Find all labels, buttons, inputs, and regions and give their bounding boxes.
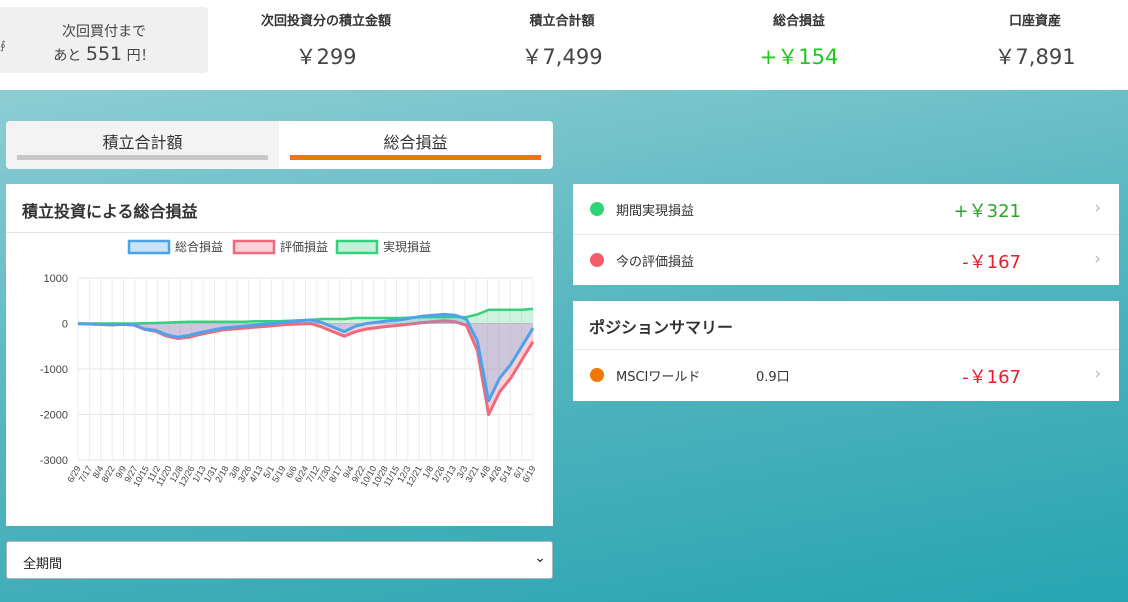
chart-card-divider (6, 232, 553, 233)
y-tick-label: 1000 (44, 273, 68, 285)
position-row-msci-world[interactable]: MSCIワールド 0.9口 -￥167 › (573, 350, 1119, 400)
period-select[interactable]: 全期間 ⌄ (6, 541, 553, 579)
stat-account-assets: 口座資産 ￥7,891 (940, 10, 1128, 71)
y-tick-label: -1000 (40, 364, 68, 376)
stat-value: ￥7,499 (521, 45, 603, 69)
status-dot-icon (590, 202, 604, 216)
y-tick-label: -2000 (40, 410, 68, 422)
tab-total-pl[interactable]: 総合損益 (279, 121, 552, 169)
tab-indicator-active (290, 155, 541, 160)
chevron-right-icon: › (1094, 249, 1101, 269)
pl-breakdown-card: 期間実現損益 +￥321 › 今の評価損益 -￥167 › (573, 184, 1119, 285)
pl-row-unrealized[interactable]: 今の評価損益 -￥167 › (573, 235, 1119, 285)
position-name: MSCIワールド (616, 370, 701, 385)
stat-total-pl: 総合損益 +￥154 (704, 10, 894, 71)
header-summary: ∮ 次回買付まで あと 551 円！ 次回投資分の積立金額 ￥299 積立合計額… (0, 0, 1128, 90)
stat-value: ￥299 (295, 45, 357, 69)
stat-value: +￥154 (759, 45, 839, 69)
period-select-value: 全期間 (23, 557, 63, 572)
tab-label: 積立合計額 (102, 133, 183, 152)
legend-swatch (127, 239, 171, 255)
tab-indicator (17, 155, 268, 160)
pl-row-label: 今の評価損益 (616, 255, 695, 270)
stat-next-investment: 次回投資分の積立金額 ￥299 (231, 10, 421, 71)
stat-label: 次回投資分の積立金額 (260, 14, 391, 29)
stat-value: ￥7,891 (994, 45, 1076, 69)
y-tick-label: -3000 (40, 455, 68, 467)
chevron-right-icon: › (1094, 198, 1101, 218)
pl-row-value: -￥167 (962, 252, 1021, 273)
status-dot-icon (590, 368, 604, 382)
chevron-down-icon: ⌄ (534, 550, 546, 566)
position-value: -￥167 (962, 367, 1021, 388)
stat-label: 積立合計額 (529, 14, 595, 29)
next-purchase-number: 551 (85, 43, 123, 65)
pl-chart: 10000-1000-2000-30006/297/178/48/229/99/… (40, 239, 538, 489)
next-purchase-prefix: あと (53, 48, 82, 64)
legend-label: 評価損益 (280, 239, 328, 254)
pl-row-realized[interactable]: 期間実現損益 +￥321 › (573, 184, 1119, 234)
position-summary-title: ポジションサマリー (589, 318, 734, 337)
stat-label: 総合損益 (772, 14, 825, 29)
next-purchase-suffix: 円！ (126, 48, 155, 64)
legend-label: 総合損益 (175, 239, 223, 254)
chart-card-title: 積立投資による総合損益 (22, 202, 198, 221)
chart-card: 積立投資による総合損益 1000 0 -1000 -2000 -3000 6/29 7/17… (6, 184, 553, 526)
chart-tabs: 積立合計額 総合損益 (6, 121, 553, 169)
next-purchase-box: ∮ 次回買付まで あと 551 円！ (0, 7, 208, 73)
next-purchase-amount: あと 551 円！ (0, 43, 208, 65)
y-tick-label: 0 (62, 319, 68, 331)
chevron-right-icon: › (1094, 364, 1101, 384)
next-purchase-label: 次回買付まで (62, 24, 146, 40)
pl-row-value: +￥321 (953, 201, 1021, 222)
pl-row-label: 期間実現損益 (616, 204, 695, 219)
legend-swatch (335, 239, 379, 255)
stat-label: 口座資産 (1008, 14, 1061, 29)
legend-swatch (232, 239, 276, 255)
stat-total-contribution: 積立合計額 ￥7,499 (467, 10, 657, 71)
tab-total-contribution[interactable]: 積立合計額 (6, 121, 279, 169)
status-dot-icon (590, 253, 604, 267)
position-summary-card: ポジションサマリー MSCIワールド 0.9口 -￥167 › (573, 301, 1119, 401)
tab-label: 総合損益 (383, 133, 448, 152)
legend-label: 実現損益 (383, 239, 431, 254)
position-quantity: 0.9口 (756, 370, 790, 385)
